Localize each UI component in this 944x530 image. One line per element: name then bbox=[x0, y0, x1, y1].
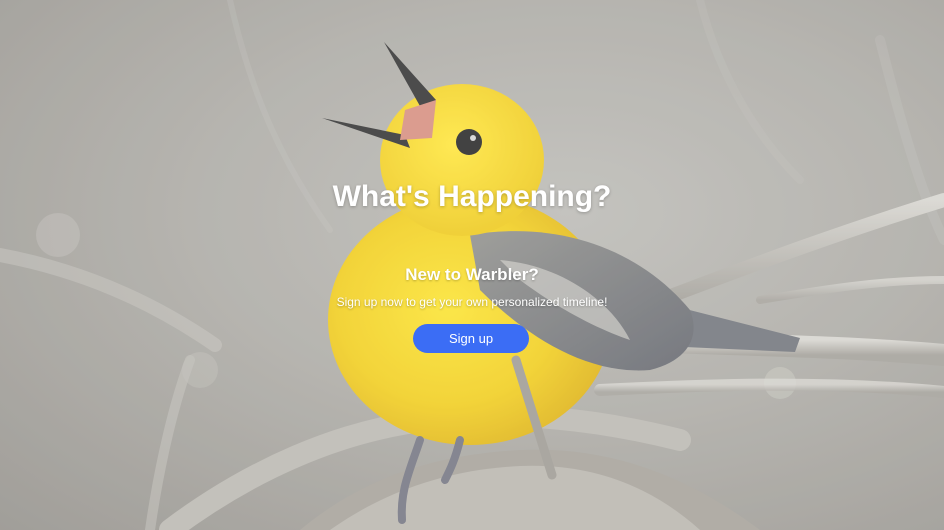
landing-hero: What's Happening? New to Warbler? Sign u… bbox=[0, 0, 944, 530]
signup-heading: New to Warbler? bbox=[405, 265, 539, 284]
page-title: What's Happening? bbox=[332, 180, 612, 213]
signup-tagline: Sign up now to get your own personalized… bbox=[336, 295, 608, 309]
hero-content: What's Happening? New to Warbler? Sign u… bbox=[0, 0, 944, 530]
signup-button[interactable]: Sign up bbox=[413, 324, 529, 353]
